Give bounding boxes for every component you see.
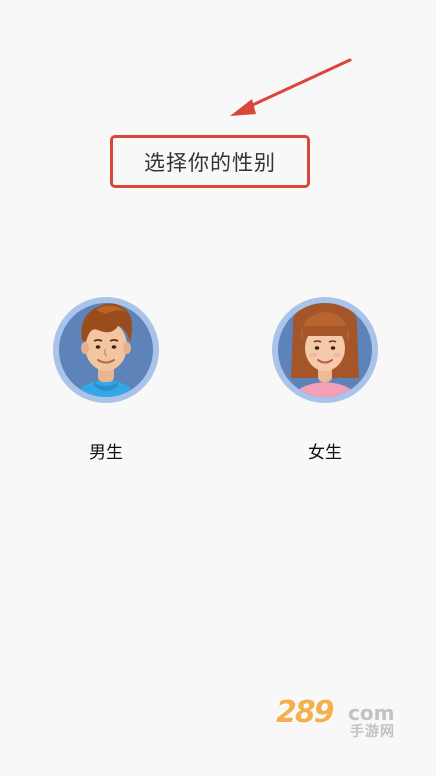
male-avatar-icon bbox=[53, 297, 159, 403]
site-watermark: 289 com 手游网 bbox=[276, 695, 416, 741]
gender-label-male: 男生 bbox=[89, 443, 123, 463]
watermark-subtitle: 手游网 bbox=[350, 724, 395, 740]
page-title: 选择你的性别 bbox=[144, 150, 276, 175]
gender-option-male[interactable]: 男生 bbox=[46, 296, 166, 463]
gender-label-female: 女生 bbox=[308, 443, 342, 463]
female-avatar-icon bbox=[272, 297, 378, 403]
gender-option-female[interactable]: 女生 bbox=[265, 296, 385, 463]
watermark-number: 289 bbox=[276, 695, 335, 730]
page-title-box: 选择你的性别 bbox=[110, 135, 310, 188]
